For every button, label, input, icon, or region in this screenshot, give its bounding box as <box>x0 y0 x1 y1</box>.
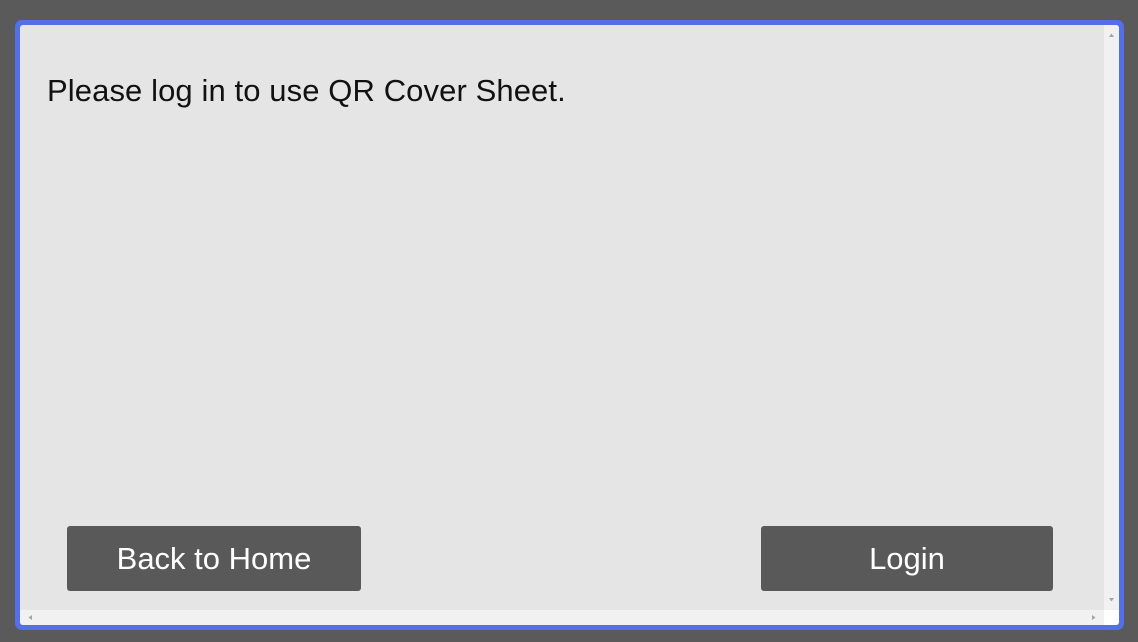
dialog-panel: Please log in to use QR Cover Sheet. Bac… <box>20 25 1119 625</box>
vertical-scrollbar[interactable] <box>1104 25 1119 610</box>
dialog-frame: Please log in to use QR Cover Sheet. Bac… <box>15 20 1124 630</box>
scroll-left-arrow-icon[interactable] <box>23 610 38 625</box>
scroll-down-arrow-icon[interactable] <box>1104 592 1119 607</box>
horizontal-scrollbar[interactable] <box>20 610 1104 625</box>
back-to-home-button[interactable]: Back to Home <box>67 526 361 591</box>
scrollbar-corner <box>1104 610 1119 625</box>
login-prompt-message: Please log in to use QR Cover Sheet. <box>47 73 566 108</box>
scroll-up-arrow-icon[interactable] <box>1104 28 1119 43</box>
scroll-right-arrow-icon[interactable] <box>1086 610 1101 625</box>
login-button[interactable]: Login <box>761 526 1053 591</box>
